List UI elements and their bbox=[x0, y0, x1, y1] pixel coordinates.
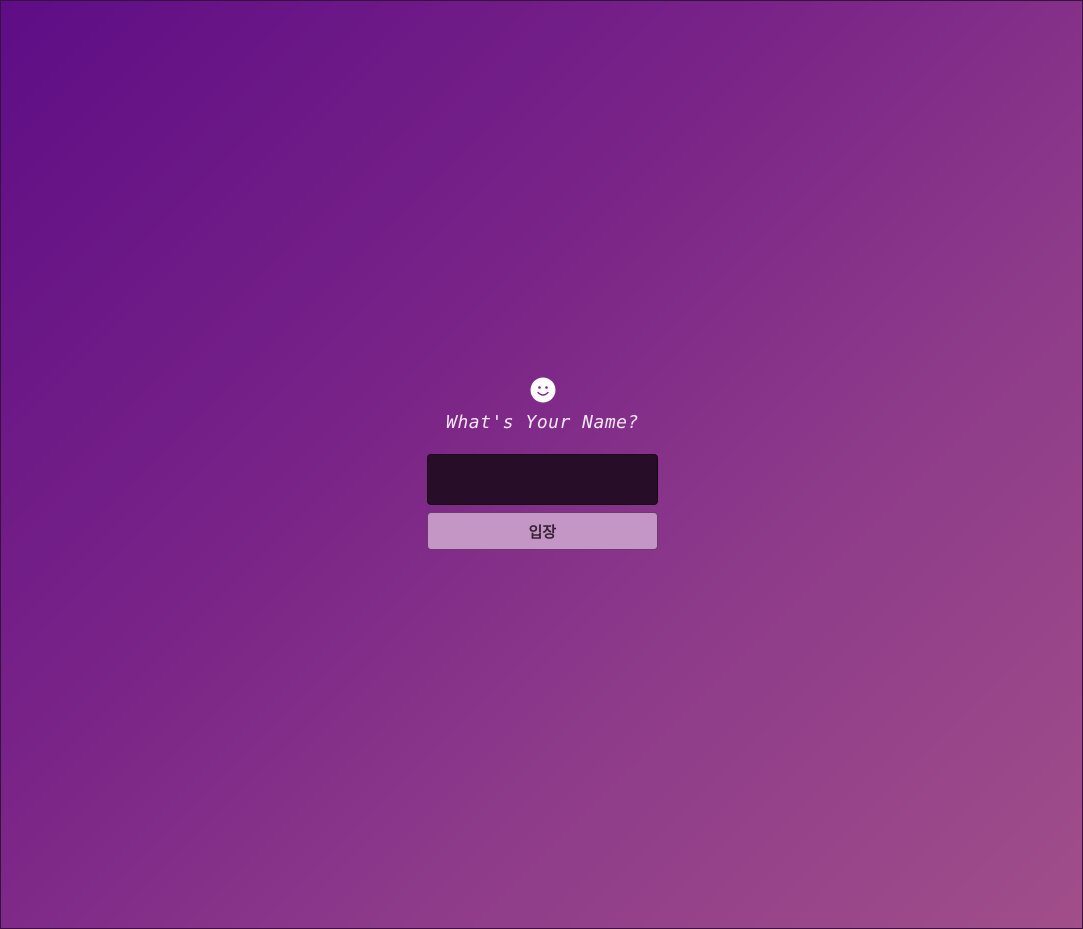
login-panel: What's Your Name? 입장 bbox=[427, 377, 658, 550]
smile-icon bbox=[530, 377, 555, 403]
login-page: What's Your Name? 입장 bbox=[0, 0, 1083, 929]
name-input[interactable] bbox=[427, 454, 658, 505]
enter-button[interactable]: 입장 bbox=[427, 512, 658, 550]
page-title: What's Your Name? bbox=[446, 412, 639, 433]
